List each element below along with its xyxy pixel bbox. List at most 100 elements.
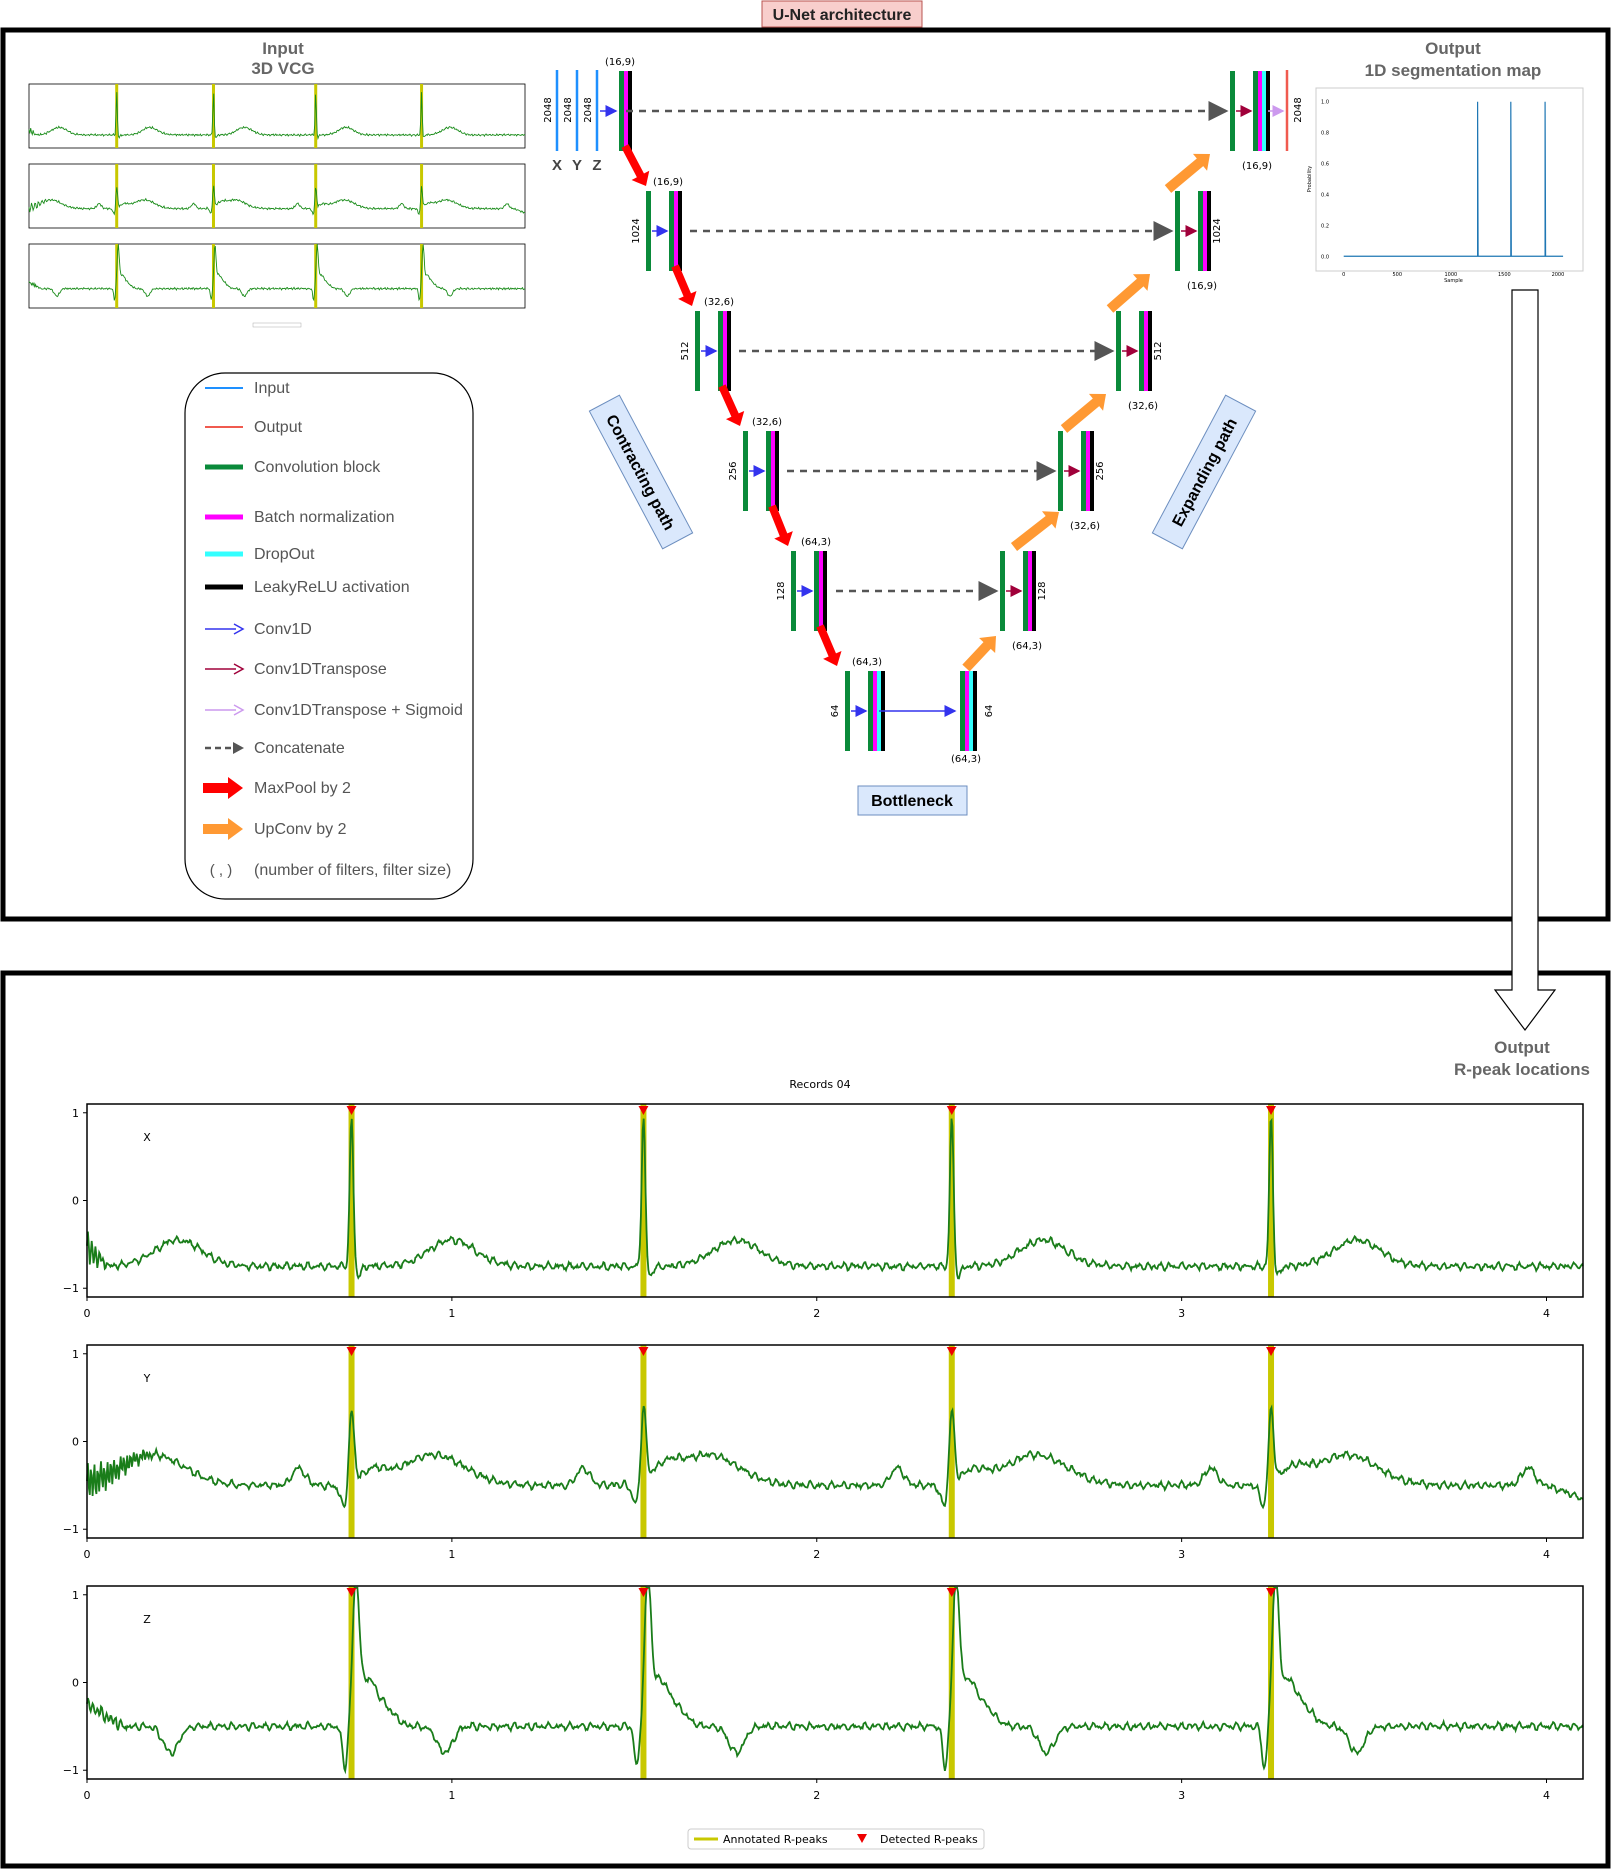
chart-title: Records 04 bbox=[789, 1078, 850, 1091]
decoder-stack bbox=[1023, 551, 1036, 631]
batchnorm-bar bbox=[819, 551, 823, 631]
leakyrelu-bar bbox=[1148, 311, 1152, 391]
signal-y bbox=[86, 1404, 1584, 1510]
batchnorm-bar bbox=[1258, 71, 1262, 151]
ytick-label: −1 bbox=[63, 1523, 79, 1536]
conv-bar bbox=[960, 671, 965, 751]
dropout-bar bbox=[969, 671, 973, 751]
segmentation-map-plot: 0.00.20.40.60.81.00 500 1000 1500 2000Sample… bbox=[1307, 87, 1584, 284]
conv-bar bbox=[1175, 191, 1180, 271]
xtick-label: 1 bbox=[448, 1789, 455, 1802]
conv-bar bbox=[1198, 191, 1203, 271]
maxpool-arrow bbox=[621, 144, 650, 186]
legend-label: DropOut bbox=[254, 546, 315, 563]
subplot-y: 1 0 −1 0 1 2 3 4 Y bbox=[63, 1344, 1584, 1561]
segmap-xlabel: Sample bbox=[1444, 278, 1463, 284]
signal-x bbox=[86, 1117, 1584, 1280]
conv-bar bbox=[1139, 311, 1144, 391]
figure-title: U-Net architecture bbox=[761, 0, 923, 28]
conv-bar bbox=[1116, 311, 1121, 391]
detected-peak-marker bbox=[946, 1347, 957, 1356]
ytick-label: 0 bbox=[72, 1677, 79, 1690]
output-map-heading-line2: 1D segmentation map bbox=[1365, 61, 1542, 80]
level-length-label: 256 bbox=[1095, 461, 1106, 480]
input-heading: Input 3D VCG bbox=[251, 39, 314, 78]
decoder-stack bbox=[1198, 191, 1211, 271]
xtick-label: 4 bbox=[1543, 1789, 1550, 1802]
xtick-label: 3 bbox=[1178, 1548, 1185, 1561]
series-label: Z bbox=[143, 1613, 151, 1626]
output-peaks-heading: Output R-peak locations bbox=[1454, 1038, 1590, 1079]
input-thumbnail-y bbox=[28, 163, 526, 229]
batchnorm-bar bbox=[965, 671, 969, 751]
decoder-filter-label: (64,3) bbox=[1012, 641, 1042, 652]
encoder-level-2: 512 bbox=[680, 311, 731, 391]
subplot-axes bbox=[86, 1585, 1584, 1780]
conv-bar bbox=[1023, 551, 1028, 631]
legend-label: LeakyReLU activation bbox=[254, 579, 410, 596]
xtick-label: 3 bbox=[1178, 1307, 1185, 1320]
conv-bar bbox=[845, 671, 850, 751]
thumbnail-axes bbox=[28, 83, 526, 149]
ytick-label: −1 bbox=[63, 1282, 79, 1295]
output-peaks-heading-line2: R-peak locations bbox=[1454, 1060, 1590, 1079]
conv-bar bbox=[743, 431, 748, 511]
encoder-filter-label: (16,9) bbox=[605, 57, 635, 68]
conv-bar bbox=[1081, 431, 1086, 511]
upconv-arrow bbox=[1106, 274, 1150, 313]
xtick-label: 4 bbox=[1543, 1548, 1550, 1561]
legend-label: Convolution block bbox=[254, 459, 381, 476]
upconv-arrow bbox=[962, 636, 996, 672]
thumbnail-axes bbox=[28, 243, 526, 309]
thumbnail-axes bbox=[28, 163, 526, 229]
expanding-path-label: Expanding path bbox=[1151, 394, 1257, 550]
encoder-level-5: 64 bbox=[830, 671, 885, 751]
level-length-label: 256 bbox=[728, 461, 739, 480]
legend-label: Conv1D bbox=[254, 621, 312, 638]
segmap-ytick: 0.2 bbox=[1321, 223, 1329, 229]
segmap-xtick: 1500 bbox=[1498, 272, 1511, 278]
legend-label: Conv1DTranspose + Sigmoid bbox=[254, 702, 463, 719]
batchnorm-bar bbox=[873, 671, 877, 751]
bottleneck-stack bbox=[960, 671, 977, 751]
decoder-filter-label: (16,9) bbox=[1242, 161, 1272, 172]
leakyrelu-bar bbox=[678, 191, 682, 271]
upconv-arrow-shape bbox=[1060, 393, 1106, 433]
batchnorm-bar bbox=[771, 431, 775, 511]
batchnorm-bar bbox=[1144, 311, 1148, 391]
level-length-label: 512 bbox=[680, 341, 691, 360]
decoder-level-4: 128 (64,3) bbox=[1000, 551, 1048, 652]
series-label: X bbox=[143, 1131, 151, 1144]
conv-bar bbox=[695, 311, 700, 391]
input-length-label: 2048 bbox=[563, 97, 574, 122]
upconv-arrow-shape bbox=[1010, 511, 1060, 551]
encoder-filter-label: (32,6) bbox=[752, 417, 782, 428]
input-channel-label: X bbox=[552, 157, 562, 174]
legend-label: Conv1DTranspose bbox=[254, 661, 387, 678]
decoder-level-1: 1024 (16,9) bbox=[1175, 191, 1223, 292]
input-vcg-thumbnails bbox=[28, 83, 526, 328]
decoder-stack bbox=[1139, 311, 1152, 391]
level-length-label: 128 bbox=[1037, 581, 1048, 600]
encoder-filter-label: (64,3) bbox=[852, 657, 882, 668]
r-peak-legend: Annotated R-peaks Detected R-peaks bbox=[687, 1828, 985, 1850]
conv-bar bbox=[766, 431, 771, 511]
detected-peak-marker bbox=[638, 1347, 649, 1356]
leakyrelu-bar bbox=[727, 311, 731, 391]
legend-label: Output bbox=[254, 419, 303, 436]
segmap-ylabel: Probability bbox=[1307, 166, 1313, 192]
level-length-label: 1024 bbox=[631, 218, 642, 243]
upconv-arrow-shape bbox=[962, 636, 996, 672]
detected-peak-marker bbox=[638, 1106, 649, 1115]
encoder-level-3: 256 bbox=[728, 431, 779, 511]
segmap-frame bbox=[1315, 87, 1584, 272]
output-length-label: 2048 bbox=[1293, 97, 1304, 122]
conv-bar bbox=[619, 71, 624, 151]
decoder-stack bbox=[1081, 431, 1094, 511]
conv-bar bbox=[1230, 71, 1235, 151]
xtick-label: 1 bbox=[448, 1548, 455, 1561]
detected-peak-marker bbox=[1266, 1106, 1277, 1115]
legend-label: Input bbox=[254, 380, 290, 397]
decoder-level-3: 256 (32,6) bbox=[1058, 431, 1106, 532]
ytick-label: 1 bbox=[72, 1589, 79, 1602]
